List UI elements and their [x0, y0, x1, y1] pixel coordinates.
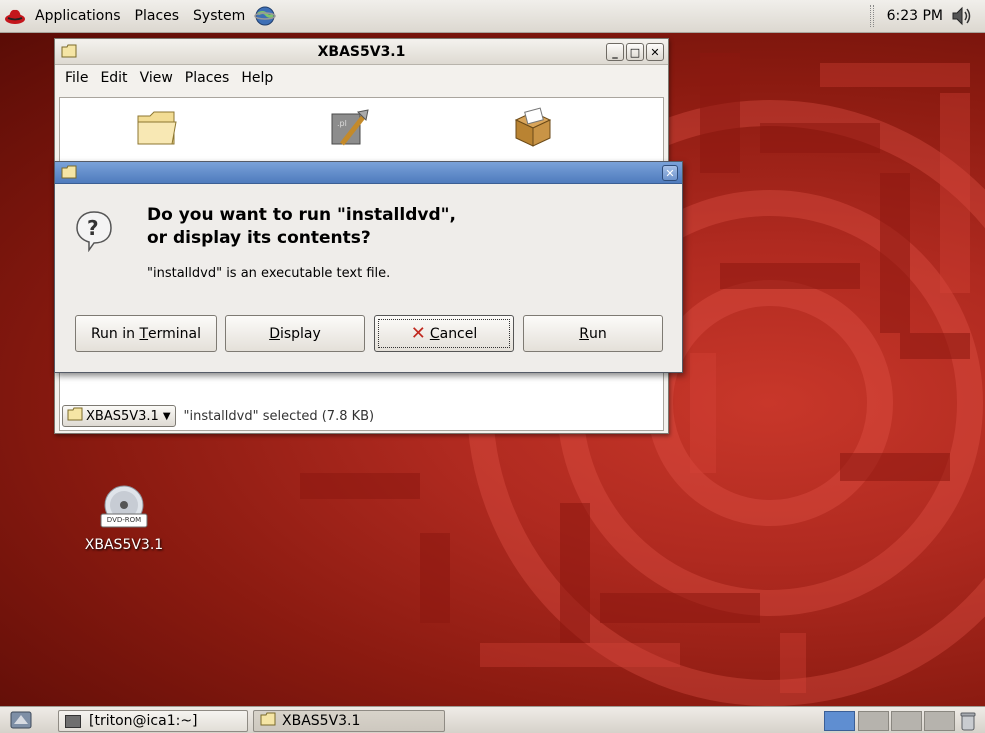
- cancel-x-icon: ✕: [410, 323, 426, 344]
- display-button[interactable]: Display: [225, 315, 365, 352]
- applications-menu[interactable]: Applications: [28, 8, 128, 24]
- btn-label-part: erminal: [148, 325, 202, 342]
- menu-view[interactable]: View: [134, 70, 179, 86]
- web-browser-launcher-icon[interactable]: [254, 5, 277, 27]
- question-icon: ?: [75, 210, 113, 256]
- btn-mnemonic: T: [139, 325, 149, 342]
- panel-menubar: Applications Places System: [0, 0, 277, 32]
- taskbar-file-browser[interactable]: XBAS5V3.1: [253, 710, 445, 732]
- dvd-rom-badge: DVD-ROM: [106, 516, 142, 524]
- taskbar-browser-label: XBAS5V3.1: [282, 713, 361, 729]
- folder-icon: [61, 44, 77, 62]
- run-or-display-dialog: ✕ ? Do you want to run "installdvd", or …: [54, 161, 683, 373]
- menu-places[interactable]: Places: [179, 70, 236, 86]
- trash-icon[interactable]: [960, 711, 976, 733]
- taskbar-terminal[interactable]: [triton@ica1:~]: [58, 710, 248, 732]
- maximize-button[interactable]: □: [626, 43, 644, 61]
- browser-statusbar: XBAS5V3.1 ▼ "installdvd" selected (7.8 K…: [59, 401, 664, 431]
- dialog-titlebar[interactable]: ✕: [55, 162, 682, 184]
- dialog-heading-line2: or display its contents?: [147, 228, 371, 248]
- folder-icon: [67, 407, 83, 425]
- browser-menubar: File Edit View Places Help: [55, 66, 668, 90]
- redhat-logo-icon[interactable]: [4, 5, 26, 27]
- svg-text:?: ?: [87, 216, 99, 240]
- btn-label-part: isplay: [279, 325, 321, 342]
- location-label: XBAS5V3.1: [86, 408, 159, 424]
- chevron-down-icon: ▼: [162, 410, 171, 422]
- dvd-icon: DVD-ROM: [97, 483, 151, 533]
- clock[interactable]: 6:23 PM: [887, 8, 943, 24]
- dialog-heading: Do you want to run "installdvd", or disp…: [147, 204, 667, 250]
- menu-help[interactable]: Help: [235, 70, 279, 86]
- status-text: "installdvd" selected (7.8 KB): [183, 408, 375, 424]
- run-button[interactable]: Run: [523, 315, 663, 352]
- close-button[interactable]: ✕: [646, 43, 664, 61]
- btn-label-part: un: [588, 325, 607, 342]
- minimize-button[interactable]: _: [606, 43, 624, 61]
- system-menu[interactable]: System: [186, 8, 252, 24]
- location-button[interactable]: XBAS5V3.1 ▼: [62, 405, 176, 427]
- cancel-button[interactable]: ✕ Cancel: [374, 315, 514, 352]
- package-file-icon[interactable]: [510, 106, 556, 152]
- btn-label-part: Run in: [90, 325, 140, 342]
- dialog-heading-line1: Do you want to run "installdvd",: [147, 205, 456, 225]
- workspace-4[interactable]: [924, 711, 955, 731]
- run-in-terminal-button[interactable]: Run in Terminal: [75, 315, 217, 352]
- bottom-panel: [triton@ica1:~] XBAS5V3.1: [0, 706, 985, 733]
- show-desktop-icon[interactable]: [10, 710, 32, 733]
- workspace-2[interactable]: [858, 711, 889, 731]
- workspace-3[interactable]: [891, 711, 922, 731]
- top-panel: Applications Places System 6:23 PM: [0, 0, 985, 33]
- panel-separator: [870, 5, 874, 27]
- folder-icon[interactable]: [136, 110, 178, 150]
- close-icon[interactable]: ✕: [662, 165, 678, 181]
- terminal-icon: [65, 714, 81, 728]
- btn-mnemonic: D: [269, 325, 280, 342]
- menu-file[interactable]: File: [59, 70, 94, 86]
- volume-icon[interactable]: [951, 6, 973, 30]
- workspace-1[interactable]: [824, 711, 855, 731]
- btn-label-part: ancel: [439, 325, 478, 342]
- menu-edit[interactable]: Edit: [94, 70, 133, 86]
- btn-mnemonic: R: [579, 325, 589, 342]
- folder-icon: [61, 165, 77, 183]
- btn-mnemonic: C: [429, 325, 440, 342]
- taskbar-terminal-label: [triton@ica1:~]: [89, 713, 198, 729]
- script-file-icon[interactable]: .pl: [328, 106, 370, 152]
- desktop-icon-dvd[interactable]: DVD-ROM XBAS5V3.1: [76, 483, 172, 553]
- svg-text:.pl: .pl: [337, 119, 347, 128]
- places-menu[interactable]: Places: [128, 8, 187, 24]
- dialog-subtext: "installdvd" is an executable text file.: [147, 266, 391, 281]
- desktop-icon-label: XBAS5V3.1: [84, 537, 164, 553]
- browser-titlebar[interactable]: XBAS5V3.1 _ □ ✕: [55, 39, 668, 65]
- browser-title: XBAS5V3.1: [317, 43, 406, 60]
- folder-icon: [260, 712, 276, 730]
